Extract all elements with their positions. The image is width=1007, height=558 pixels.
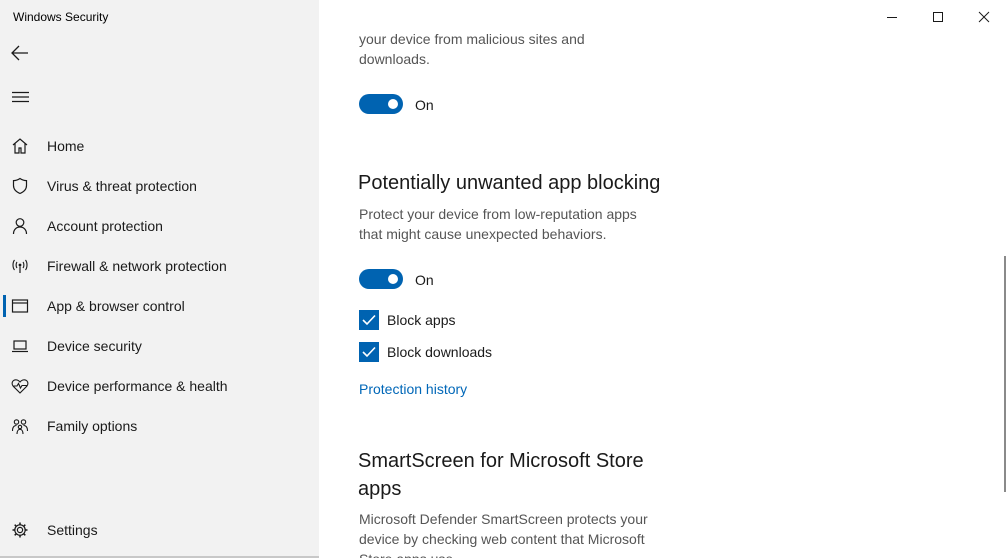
heart-pulse-icon: [10, 376, 30, 396]
person-icon: [10, 216, 30, 236]
reputation-check-toggle[interactable]: [359, 94, 403, 114]
sidebar-item-label: Device security: [47, 338, 142, 354]
hamburger-icon: [11, 91, 29, 103]
sidebar-item-home[interactable]: Home: [0, 127, 319, 165]
smartscreen-store-heading: SmartScreen for Microsoft Store apps: [358, 447, 698, 503]
block-apps-label[interactable]: Block apps: [387, 312, 455, 328]
back-arrow-icon: [11, 45, 28, 61]
maximize-icon: [933, 12, 943, 22]
smartscreen-store-description: Microsoft Defender SmartScreen protects …: [359, 509, 689, 558]
maximize-button[interactable]: [915, 0, 961, 34]
block-apps-checkbox[interactable]: [359, 310, 379, 330]
sidebar: Windows Security Home Virus & threat pro…: [0, 0, 319, 558]
sidebar-item-firewall-network-protection[interactable]: Firewall & network protection: [0, 247, 319, 285]
window-title: Windows Security: [13, 10, 109, 24]
minimize-icon: [887, 17, 897, 18]
sidebar-item-settings[interactable]: Settings: [0, 511, 319, 549]
shield-icon: [10, 176, 30, 196]
sidebar-item-label: App & browser control: [47, 298, 185, 314]
minimize-button[interactable]: [869, 0, 915, 34]
sidebar-item-label: Family options: [47, 418, 138, 434]
close-button[interactable]: [961, 0, 1007, 34]
pua-toggle[interactable]: [359, 269, 403, 289]
sidebar-item-device-security[interactable]: Device security: [0, 327, 319, 365]
desc-line: downloads.: [359, 51, 430, 67]
family-icon: [10, 416, 30, 436]
heading-line: SmartScreen for Microsoft Store: [358, 450, 644, 472]
antenna-icon: [10, 256, 30, 276]
pua-description: Protect your device from low-reputation …: [359, 204, 689, 244]
section-description: your device from malicious sites and dow…: [359, 29, 689, 69]
home-icon: [10, 136, 30, 156]
sidebar-item-device-performance-health[interactable]: Device performance & health: [0, 367, 319, 405]
laptop-icon: [10, 336, 30, 356]
sidebar-item-label: Account protection: [47, 218, 163, 234]
sidebar-item-label: Home: [47, 138, 85, 154]
gear-icon: [10, 520, 30, 540]
sidebar-item-label: Firewall & network protection: [47, 258, 227, 274]
checkmark-icon: [362, 346, 376, 358]
sidebar-item-family-options[interactable]: Family options: [0, 407, 319, 445]
desc-line: Store apps use.: [359, 549, 689, 558]
windows-security-window: Windows Security Home Virus & threat pro…: [0, 0, 1007, 558]
sidebar-item-label: Virus & threat protection: [47, 178, 197, 194]
toggle-state-label: On: [415, 97, 434, 113]
sidebar-item-app-browser-control[interactable]: App & browser control: [0, 287, 319, 325]
vertical-scrollbar[interactable]: [1004, 256, 1006, 492]
desc-line: device by checking web content that Micr…: [359, 531, 645, 547]
desc-line: Microsoft Defender SmartScreen protects …: [359, 511, 648, 527]
desc-line: that might cause unexpected behaviors.: [359, 226, 607, 242]
toggle-state-label: On: [415, 272, 434, 288]
back-button[interactable]: [6, 40, 34, 66]
window-controls: [869, 0, 1007, 34]
sidebar-item-account-protection[interactable]: Account protection: [0, 207, 319, 245]
block-downloads-label[interactable]: Block downloads: [387, 344, 492, 360]
protection-history-link[interactable]: Protection history: [359, 381, 467, 397]
main-content[interactable]: your device from malicious sites and dow…: [319, 0, 1007, 558]
pua-heading: Potentially unwanted app blocking: [358, 172, 661, 194]
block-downloads-checkbox[interactable]: [359, 342, 379, 362]
close-icon: [978, 11, 990, 23]
sidebar-item-virus-threat-protection[interactable]: Virus & threat protection: [0, 167, 319, 205]
hamburger-menu-button[interactable]: [6, 85, 34, 109]
app-window-icon: [10, 296, 30, 316]
sidebar-item-label: Settings: [47, 522, 98, 538]
checkmark-icon: [362, 314, 376, 326]
sidebar-item-label: Device performance & health: [47, 378, 228, 394]
desc-line: your device from malicious sites and: [359, 31, 585, 47]
heading-line: apps: [358, 478, 402, 500]
desc-line: Protect your device from low-reputation …: [359, 206, 637, 222]
